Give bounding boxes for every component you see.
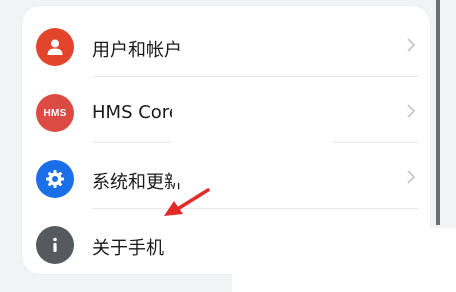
settings-item-user-accounts[interactable]: 用户和帐户 bbox=[22, 11, 430, 77]
scrollbar[interactable] bbox=[436, 0, 440, 225]
chevron-right-icon bbox=[407, 170, 416, 184]
red-pointer-arrow-icon bbox=[164, 188, 210, 216]
blank-overlay bbox=[172, 83, 332, 183]
chevron-right-icon bbox=[407, 104, 416, 118]
gear-icon bbox=[36, 160, 74, 198]
hms-icon: HMS bbox=[36, 94, 74, 132]
settings-item-label: HMS Core bbox=[92, 102, 180, 123]
settings-item-label: 用户和帐户 bbox=[92, 40, 182, 61]
hms-icon-text: HMS bbox=[43, 107, 67, 119]
settings-item-label: 关于手机 bbox=[92, 238, 164, 259]
info-icon bbox=[36, 226, 74, 264]
settings-page: 用户和帐户 HMS HMS Core 系统和更新 关于手机 bbox=[0, 0, 456, 292]
user-icon bbox=[36, 28, 74, 66]
chevron-right-icon bbox=[407, 38, 416, 52]
blank-overlay bbox=[352, 228, 456, 292]
